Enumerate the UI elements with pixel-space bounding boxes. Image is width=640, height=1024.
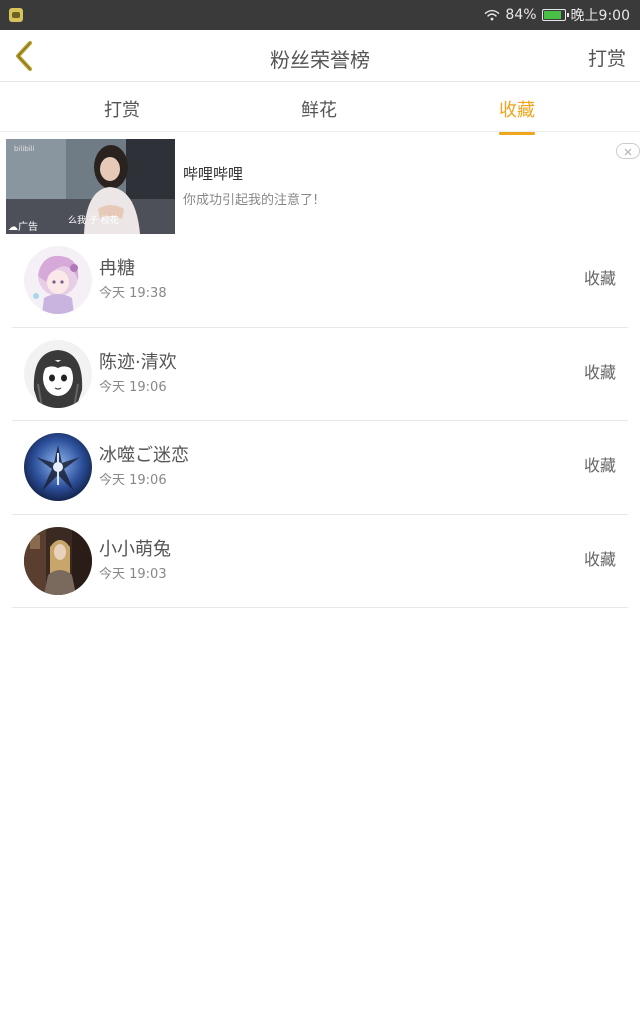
ad-thumbnail: bilibili 么我 子 校花 ☁广告 xyxy=(6,139,175,234)
clock: 晚上9:00 xyxy=(570,8,630,24)
ad-title: 哔哩哔哩 xyxy=(183,165,244,183)
wifi-icon xyxy=(484,9,501,21)
tab-flowers[interactable]: 鲜花 xyxy=(301,96,337,122)
status-bar: 84% 晚上9:00 xyxy=(0,0,640,30)
active-tab-indicator xyxy=(499,132,535,135)
avatar xyxy=(24,526,92,595)
list-item[interactable]: 冰噬ご迷恋 今天 19:06 收藏 xyxy=(12,421,628,515)
ad-thumb-caption: 么我 子 校花 xyxy=(68,216,119,226)
tab-favorites-label: 收藏 xyxy=(499,100,535,121)
battery-icon xyxy=(541,9,569,21)
page-title: 粉丝荣誉榜 xyxy=(270,48,370,72)
app-notification-icon xyxy=(9,8,23,22)
favorite-label: 收藏 xyxy=(583,269,616,288)
list-item[interactable]: 冉糖 今天 19:38 收藏 xyxy=(12,234,628,328)
fan-time: 今天 19:38 xyxy=(99,286,167,301)
battery-percent: 84% xyxy=(505,7,537,23)
favorite-label: 收藏 xyxy=(583,362,616,382)
fan-name: 陈迹·清欢 xyxy=(99,351,177,373)
ad-close-button[interactable] xyxy=(616,143,640,159)
tab-bar: 打赏 鲜花 收藏 xyxy=(0,82,640,135)
ad-tag: ☁广告 xyxy=(8,222,38,233)
fan-time: 今天 19:03 xyxy=(99,566,167,582)
fan-name: 冰噬ご迷恋 xyxy=(99,445,189,466)
tab-reward[interactable]: 打赏 xyxy=(104,96,140,122)
reward-button[interactable]: 打赏 xyxy=(588,44,626,71)
favorite-label: 收藏 xyxy=(583,549,616,569)
ad-description: 你成功引起我的注意了! xyxy=(183,193,319,208)
avatar xyxy=(24,433,92,501)
fan-time: 今天 19:06 xyxy=(99,379,167,395)
fan-name: 冉糖 xyxy=(99,258,135,279)
fan-time: 今天 19:06 xyxy=(99,473,167,488)
ad-thumb-brand: bilibili xyxy=(14,145,35,153)
avatar xyxy=(24,246,92,314)
status-bar-right: 84% 晚上9:00 xyxy=(484,6,630,24)
list-item[interactable]: 陈迹·清欢 今天 19:06 收藏 xyxy=(12,328,628,421)
close-icon xyxy=(624,148,632,156)
fan-list: 冉糖 今天 19:38 收藏 陈迹·清欢 今天 19:06 收藏 冰噬ご迷恋 今… xyxy=(12,234,628,608)
avatar xyxy=(24,339,92,408)
fan-name: 小小萌兔 xyxy=(99,538,171,560)
ad-tag-label: 广告 xyxy=(18,222,38,233)
header-bar: 粉丝荣誉榜 打赏 xyxy=(0,30,640,82)
favorite-label: 收藏 xyxy=(583,456,616,475)
ad-banner[interactable]: bilibili 么我 子 校花 ☁广告 哔哩哔哩 你成功引起我的注意了! xyxy=(6,139,640,234)
tab-favorites[interactable]: 收藏 xyxy=(499,96,535,135)
list-item[interactable]: 小小萌兔 今天 19:03 收藏 xyxy=(12,515,628,608)
